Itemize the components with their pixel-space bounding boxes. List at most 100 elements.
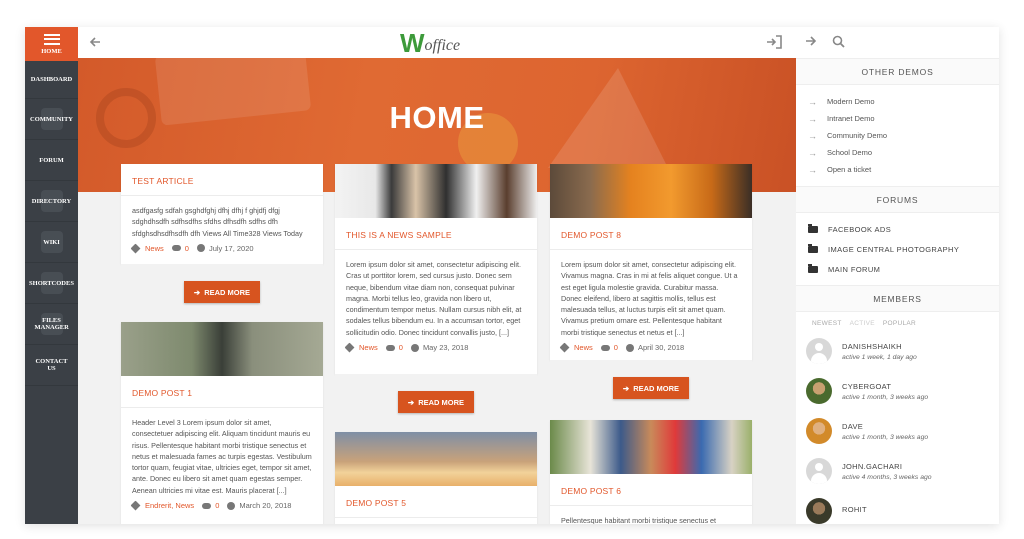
read-more-bar: ➔ READ MORE [121, 264, 323, 310]
post-excerpt: Lorem ipsum dolor sit amet, consectetur … [346, 260, 522, 337]
folder-icon [808, 223, 818, 233]
demo-link-label: Community Demo [827, 131, 888, 140]
post-category[interactable]: News [574, 343, 593, 352]
read-more-bar: ➔ READ MORE [550, 360, 752, 406]
member-activity: active 1 month, 3 weeks ago [842, 393, 929, 401]
post-thumbnail[interactable] [550, 164, 752, 218]
right-sidebar: OTHER DEMOS → Modern Demo → Intranet Demo … [796, 27, 999, 524]
post-date: March 20, 2018 [239, 501, 292, 511]
member-name[interactable]: DANISHSHAIKH [842, 342, 917, 351]
other-demos-heading: OTHER DEMOS [796, 58, 999, 85]
avatar [806, 338, 832, 364]
arrow-right-icon: → [808, 147, 817, 158]
member-name[interactable]: ROHIT [842, 505, 867, 514]
left-sidebar: HOME DASHBOARD COMMUNITY FORUM DIRECTORY… [25, 27, 78, 524]
post-card-test-article: TEST ARTICLE asdfgasfg sdfah gsghdfghj d… [121, 164, 323, 264]
demo-link[interactable]: → Open a ticket [808, 161, 999, 178]
tab-popular[interactable]: POPULAR [883, 320, 916, 327]
arrow-right-icon: → [808, 130, 817, 141]
sidebar-item-label: COMMUNITY [30, 115, 73, 123]
post-thumbnail[interactable] [550, 420, 752, 474]
sidebar-item-wiki[interactable]: WIKI [25, 222, 78, 263]
comments-icon [385, 344, 395, 351]
comment-count[interactable]: 0 [614, 343, 618, 352]
read-more-button[interactable]: ➔ READ MORE [184, 281, 260, 303]
read-more-label: READ MORE [418, 397, 465, 407]
top-bar: W office [78, 27, 796, 58]
member-item[interactable]: DANISHSHAIKH active 1 week, 1 day ago [796, 331, 999, 371]
member-name[interactable]: CYBERGOAT [842, 382, 928, 391]
read-more-button[interactable]: ➔ READ MORE [613, 377, 689, 399]
sidebar-item-community[interactable]: COMMUNITY [25, 99, 78, 140]
clock-icon [410, 343, 419, 352]
sidebar-item-directory[interactable]: DIRECTORY [25, 181, 78, 222]
post-card-demo-post-6: DEMO POST 6 Pellentesque habitant morbi … [550, 420, 752, 524]
arrow-left-icon[interactable] [88, 35, 102, 49]
post-title[interactable]: DEMO POST 6 [550, 474, 752, 496]
members-tabs: NEWEST ACTIVE POPULAR [796, 312, 999, 327]
sidebar-item-dashboard[interactable]: DASHBOARD [25, 61, 78, 99]
arrow-right-icon: → [808, 96, 817, 107]
folder-icon [808, 263, 818, 273]
menu-icon [43, 33, 60, 45]
clock-icon [196, 244, 205, 253]
sign-in-icon[interactable] [766, 35, 782, 49]
site-logo[interactable]: W office [400, 30, 460, 56]
arrow-right-icon: → [808, 113, 817, 124]
tab-newest[interactable]: NEWEST [812, 320, 842, 327]
search-icon[interactable] [832, 35, 845, 51]
member-name[interactable]: JOHN.GACHARI [842, 462, 932, 471]
forums-list: FACEBOOK ADS IMAGE CENTRAL PHOTOGRAPHY M… [796, 213, 999, 285]
forum-item[interactable]: MAIN FORUM [796, 259, 999, 279]
member-item[interactable]: ROHIT [796, 491, 999, 524]
sidebar-item-forum[interactable]: FORUM [25, 140, 78, 181]
post-category[interactable]: News [359, 343, 378, 352]
demo-link[interactable]: → School Demo [808, 144, 999, 161]
post-thumbnail[interactable] [121, 322, 323, 376]
comment-count[interactable]: 0 [215, 501, 219, 510]
member-item[interactable]: JOHN.GACHARI active 4 months, 3 weeks ago [796, 451, 999, 491]
demo-link[interactable]: → Community Demo [808, 127, 999, 144]
post-category[interactable]: News [145, 244, 164, 253]
member-activity: active 4 months, 3 weeks ago [842, 473, 932, 481]
sidebar-item-files-manager[interactable]: FILES MANAGER [25, 304, 78, 345]
demo-link[interactable]: → Intranet Demo [808, 110, 999, 127]
comment-count[interactable]: 0 [399, 343, 403, 352]
forum-item[interactable]: IMAGE CENTRAL PHOTOGRAPHY [796, 239, 999, 259]
post-meta: News 0 May 23, 2018 [335, 338, 537, 353]
sidebar-item-home[interactable]: HOME [25, 27, 78, 61]
post-title[interactable]: TEST ARTICLE [121, 164, 323, 186]
comment-count[interactable]: 0 [185, 244, 189, 253]
member-name[interactable]: DAVE [842, 422, 928, 431]
sidebar-item-shortcodes[interactable]: SHORTCODES [25, 263, 78, 304]
tab-active[interactable]: ACTIVE [850, 320, 875, 327]
clock-icon [227, 501, 236, 510]
members-list: DANISHSHAIKH active 1 week, 1 day ago CYB… [796, 327, 999, 524]
comments-icon [171, 245, 181, 252]
demo-link[interactable]: → Modern Demo [808, 93, 999, 110]
read-more-button[interactable]: ➔ READ MORE [398, 391, 474, 413]
member-item[interactable]: DAVE active 1 month, 3 weeks ago [796, 411, 999, 451]
app-frame: HOME DASHBOARD COMMUNITY FORUM DIRECTORY… [25, 27, 999, 524]
post-thumbnail[interactable] [335, 164, 537, 218]
forum-item[interactable]: FACEBOOK ADS [796, 219, 999, 239]
other-demos-list: → Modern Demo → Intranet Demo → Community D… [796, 85, 999, 186]
post-meta: News 0 April 30, 2018 [550, 338, 752, 353]
post-excerpt: Lorem ipsum dolor sit amet, consectetur … [561, 260, 738, 337]
member-item[interactable]: CYBERGOAT active 1 month, 3 weeks ago [796, 371, 999, 411]
post-title[interactable]: DEMO POST 1 [121, 376, 323, 398]
post-category[interactable]: Endrerit, News [145, 501, 194, 510]
post-card-demo-post-5: DEMO POST 5 [335, 432, 537, 524]
post-meta: Endrerit, News 0 March 20, 2018 [121, 496, 323, 511]
divider [335, 517, 537, 518]
sidebar-item-contact-us[interactable]: CONTACT US [25, 345, 78, 386]
member-activity: active 1 week, 1 day ago [842, 353, 917, 361]
tag-icon [130, 243, 141, 254]
post-title[interactable]: THIS IS A NEWS SAMPLE [335, 218, 537, 240]
page-title: HOME [389, 100, 485, 135]
arrow-right-icon[interactable] [804, 34, 818, 51]
post-title[interactable]: DEMO POST 8 [550, 218, 752, 240]
post-title[interactable]: DEMO POST 5 [335, 486, 537, 508]
post-thumbnail[interactable] [335, 432, 537, 486]
comments-icon [202, 502, 212, 509]
